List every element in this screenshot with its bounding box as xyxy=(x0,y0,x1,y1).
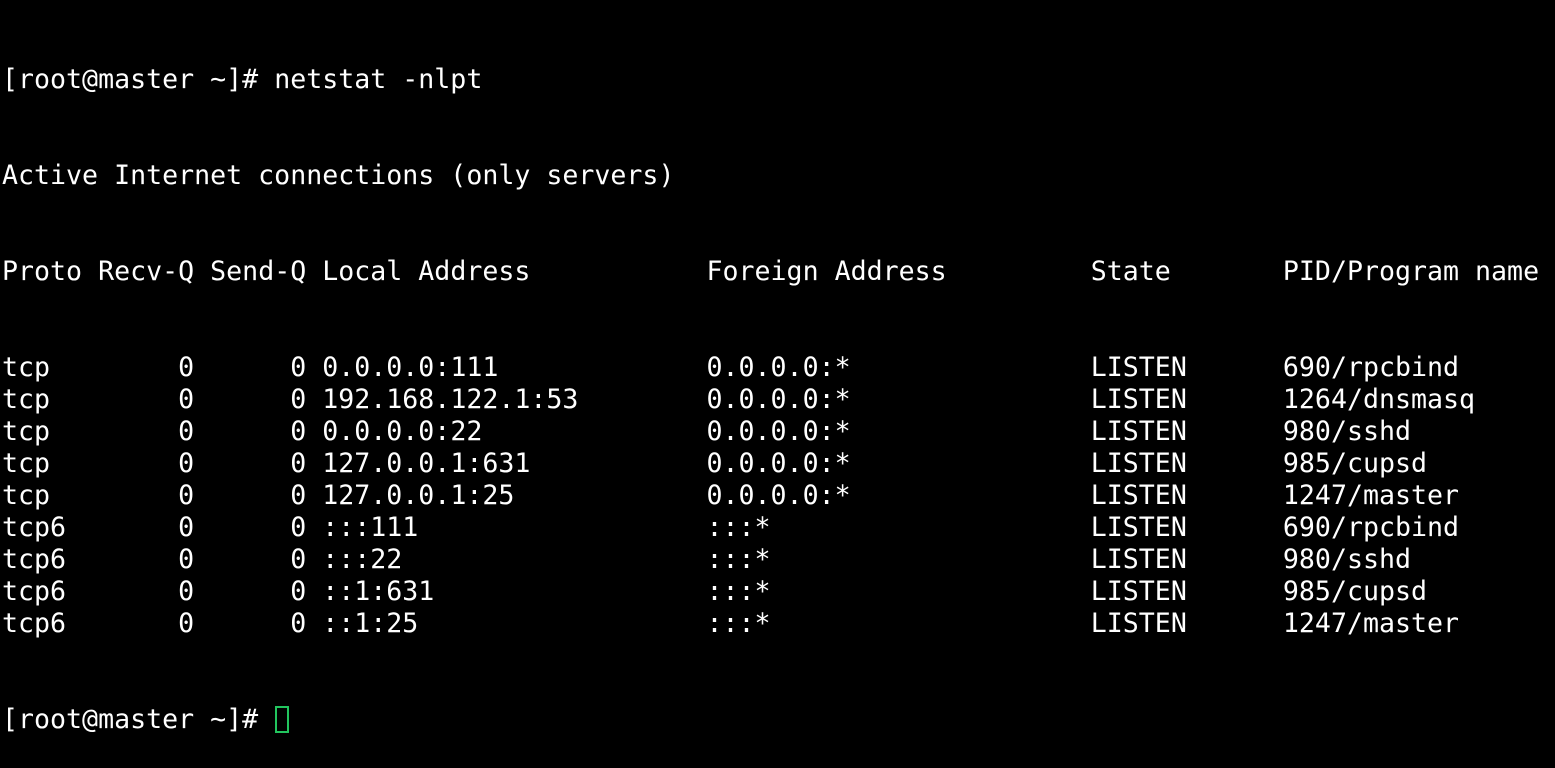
connection-row: tcp6 0 0 :::22 :::* LISTEN 980/sshd xyxy=(2,544,1555,576)
connection-rows: tcp 0 0 0.0.0.0:111 0.0.0.0:* LISTEN 690… xyxy=(2,352,1555,640)
proto-cell: tcp6 xyxy=(2,608,99,639)
command-text: netstat -nlpt xyxy=(274,64,483,95)
state-cell: LISTEN xyxy=(1090,576,1283,607)
pid-program-cell: 690/rpcbind xyxy=(1282,512,1460,543)
proto-cell: tcp xyxy=(2,448,99,479)
recvq-cell: 0 xyxy=(98,416,211,447)
pid-program-cell: 985/cupsd xyxy=(1282,448,1428,479)
foreign-address-cell: :::* xyxy=(706,608,1091,639)
column-header: State xyxy=(1090,256,1283,287)
connection-row: tcp 0 0 0.0.0.0:22 0.0.0.0:* LISTEN 980/… xyxy=(2,416,1555,448)
pid-program-cell: 980/sshd xyxy=(1282,544,1411,575)
pid-program-cell: 1247/master xyxy=(1282,480,1460,511)
shell-prompt: [root@master ~]# xyxy=(2,64,275,95)
connection-row: tcp6 0 0 ::1:25 :::* LISTEN 1247/master xyxy=(2,608,1555,640)
command-line: [root@master ~]# netstat -nlpt xyxy=(2,64,1555,96)
local-address-cell: 127.0.0.1:25 xyxy=(322,480,707,511)
shell-prompt: [root@master ~]# xyxy=(2,704,275,735)
sendq-cell: 0 xyxy=(210,416,323,447)
foreign-address-cell: 0.0.0.0:* xyxy=(706,352,1091,383)
column-header: Proto xyxy=(2,256,99,287)
local-address-cell: :::111 xyxy=(322,512,707,543)
foreign-address-cell: :::* xyxy=(706,544,1091,575)
state-cell: LISTEN xyxy=(1090,352,1283,383)
recvq-cell: 0 xyxy=(98,608,211,639)
local-address-cell: ::1:631 xyxy=(322,576,707,607)
column-header: Recv-Q xyxy=(98,256,211,287)
state-cell: LISTEN xyxy=(1090,608,1283,639)
column-header: Local Address xyxy=(322,256,707,287)
sendq-cell: 0 xyxy=(210,608,323,639)
prompt-line[interactable]: [root@master ~]# xyxy=(2,704,1555,736)
proto-cell: tcp6 xyxy=(2,512,99,543)
connection-row: tcp6 0 0 ::1:631 :::* LISTEN 985/cupsd xyxy=(2,576,1555,608)
recvq-cell: 0 xyxy=(98,512,211,543)
pid-program-cell: 985/cupsd xyxy=(1282,576,1428,607)
local-address-cell: 192.168.122.1:53 xyxy=(322,384,707,415)
local-address-cell: ::1:25 xyxy=(322,608,707,639)
connection-row: tcp 0 0 127.0.0.1:631 0.0.0.0:* LISTEN 9… xyxy=(2,448,1555,480)
state-cell: LISTEN xyxy=(1090,416,1283,447)
pid-program-cell: 980/sshd xyxy=(1282,416,1411,447)
state-cell: LISTEN xyxy=(1090,544,1283,575)
proto-cell: tcp xyxy=(2,384,99,415)
foreign-address-cell: 0.0.0.0:* xyxy=(706,416,1091,447)
local-address-cell: :::22 xyxy=(322,544,707,575)
foreign-address-cell: 0.0.0.0:* xyxy=(706,480,1091,511)
proto-cell: tcp6 xyxy=(2,544,99,575)
column-header: Send-Q xyxy=(210,256,323,287)
sendq-cell: 0 xyxy=(210,352,323,383)
proto-cell: tcp6 xyxy=(2,576,99,607)
connection-row: tcp 0 0 127.0.0.1:25 0.0.0.0:* LISTEN 12… xyxy=(2,480,1555,512)
proto-cell: tcp xyxy=(2,416,99,447)
sendq-cell: 0 xyxy=(210,384,323,415)
connection-row: tcp 0 0 192.168.122.1:53 0.0.0.0:* LISTE… xyxy=(2,384,1555,416)
column-header: PID/Program name xyxy=(1282,256,1540,287)
foreign-address-cell: :::* xyxy=(706,576,1091,607)
proto-cell: tcp xyxy=(2,352,99,383)
connection-row: tcp 0 0 0.0.0.0:111 0.0.0.0:* LISTEN 690… xyxy=(2,352,1555,384)
local-address-cell: 0.0.0.0:22 xyxy=(322,416,707,447)
state-cell: LISTEN xyxy=(1090,480,1283,511)
recvq-cell: 0 xyxy=(98,352,211,383)
sendq-cell: 0 xyxy=(210,544,323,575)
sendq-cell: 0 xyxy=(210,512,323,543)
local-address-cell: 0.0.0.0:111 xyxy=(322,352,707,383)
pid-program-cell: 1264/dnsmasq xyxy=(1282,384,1476,415)
terminal-window[interactable]: [root@master ~]# netstat -nlpt Active In… xyxy=(0,0,1555,735)
recvq-cell: 0 xyxy=(98,384,211,415)
foreign-address-cell: 0.0.0.0:* xyxy=(706,448,1091,479)
local-address-cell: 127.0.0.1:631 xyxy=(322,448,707,479)
proto-cell: tcp xyxy=(2,480,99,511)
connection-row: tcp6 0 0 :::111 :::* LISTEN 690/rpcbind xyxy=(2,512,1555,544)
column-header: Foreign Address xyxy=(706,256,1091,287)
output-header: Active Internet connections (only server… xyxy=(2,160,675,191)
foreign-address-cell: 0.0.0.0:* xyxy=(706,384,1091,415)
recvq-cell: 0 xyxy=(98,448,211,479)
sendq-cell: 0 xyxy=(210,448,323,479)
column-header-row: Proto Recv-Q Send-Q Local Address Foreig… xyxy=(2,256,1555,288)
sendq-cell: 0 xyxy=(210,576,323,607)
recvq-cell: 0 xyxy=(98,544,211,575)
text-cursor[interactable] xyxy=(275,706,290,733)
state-cell: LISTEN xyxy=(1090,512,1283,543)
recvq-cell: 0 xyxy=(98,480,211,511)
state-cell: LISTEN xyxy=(1090,384,1283,415)
recvq-cell: 0 xyxy=(98,576,211,607)
pid-program-cell: 1247/master xyxy=(1282,608,1460,639)
pid-program-cell: 690/rpcbind xyxy=(1282,352,1460,383)
foreign-address-cell: :::* xyxy=(706,512,1091,543)
state-cell: LISTEN xyxy=(1090,448,1283,479)
sendq-cell: 0 xyxy=(210,480,323,511)
